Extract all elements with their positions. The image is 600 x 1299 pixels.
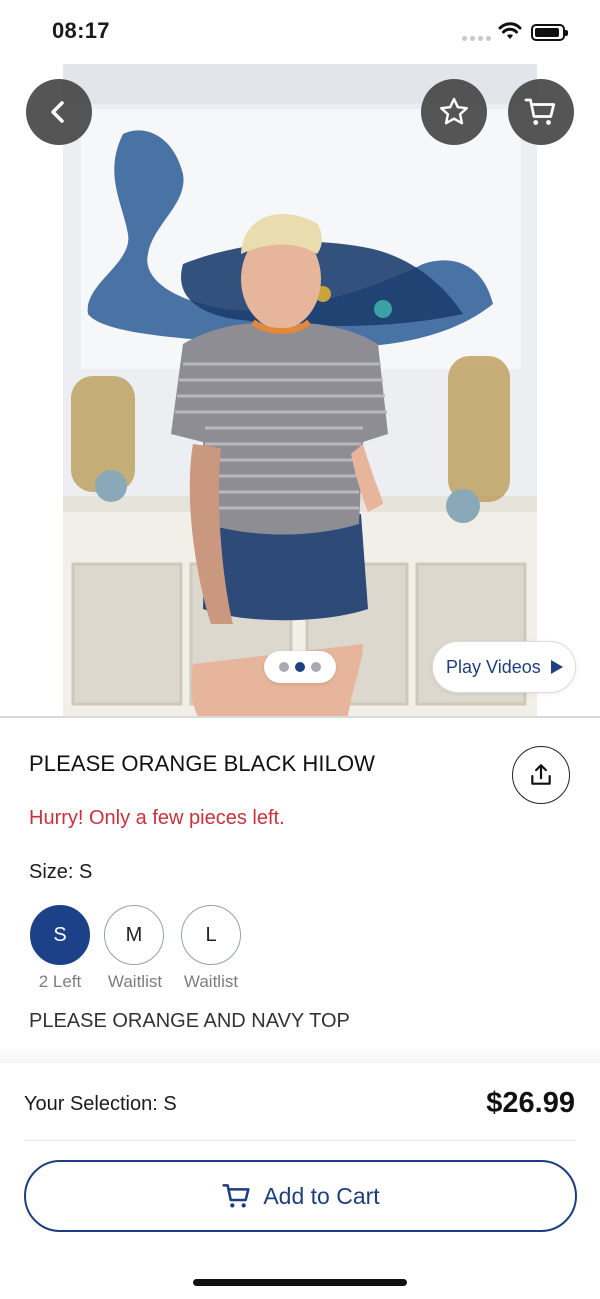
shopping-cart-icon (524, 98, 556, 125)
stock-warning: Hurry! Only a few pieces left. (29, 807, 285, 829)
selection-summary: Your Selection: S (24, 1093, 177, 1115)
add-to-cart-label: Add to Cart (263, 1182, 380, 1209)
cart-button[interactable] (508, 79, 574, 145)
home-indicator[interactable] (193, 1279, 407, 1286)
size-availability-m: Waitlist (107, 972, 163, 991)
wifi-icon (498, 22, 522, 45)
pager-dot-active[interactable] (295, 662, 305, 672)
share-button[interactable] (512, 746, 570, 804)
size-label: Size: S (29, 861, 93, 883)
size-availability-s: 2 Left (38, 972, 82, 991)
image-pager[interactable] (264, 651, 336, 683)
add-to-cart-button[interactable]: Add to Cart (24, 1160, 577, 1232)
divider (0, 716, 600, 718)
size-option-s[interactable]: S (30, 905, 90, 965)
panel-shadow (0, 1046, 600, 1064)
status-bar: 08:17 (0, 0, 600, 64)
product-image[interactable] (63, 64, 537, 716)
play-videos-button[interactable]: Play Videos (432, 641, 576, 693)
pager-dot[interactable] (279, 662, 289, 672)
play-icon (550, 660, 563, 674)
favorite-button[interactable] (421, 79, 487, 145)
share-icon (531, 764, 551, 785)
product-title: PLEASE ORANGE BLACK HILOW (29, 751, 376, 776)
status-time: 08:17 (52, 18, 110, 43)
shopping-cart-icon (222, 1184, 250, 1208)
play-videos-label: Play Videos (446, 656, 541, 677)
price: $26.99 (486, 1087, 575, 1119)
pager-dot[interactable] (311, 662, 321, 672)
product-description: PLEASE ORANGE AND NAVY TOP (29, 1010, 350, 1032)
battery-icon (531, 24, 568, 41)
size-option-m[interactable]: M (104, 905, 164, 965)
size-availability-l: Waitlist (183, 972, 239, 991)
star-icon (440, 97, 468, 125)
chevron-left-icon (51, 101, 64, 123)
back-button[interactable] (26, 79, 92, 145)
divider (24, 1140, 576, 1141)
cellular-signal-icon (462, 36, 491, 41)
size-option-l[interactable]: L (181, 905, 241, 965)
